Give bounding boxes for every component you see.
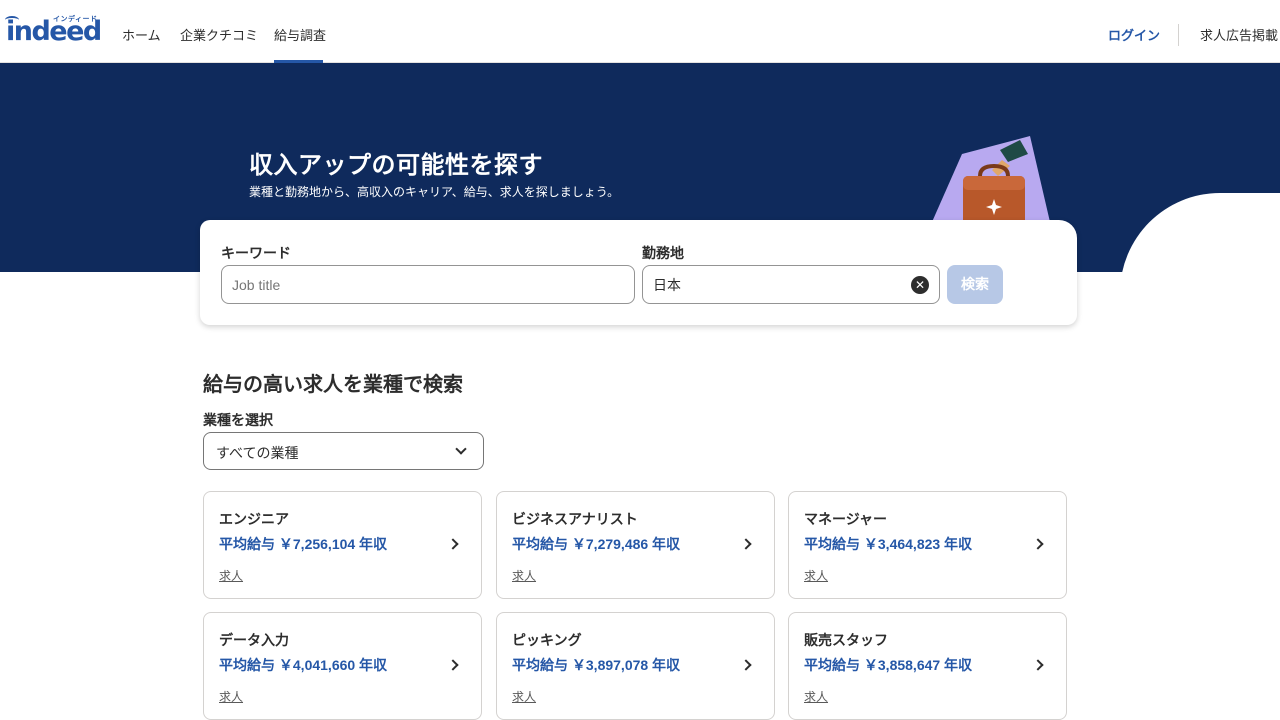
card-salary: 平均給与 ￥7,279,486 年収 [512,536,681,552]
card-salary: 平均給与 ￥4,041,660 年収 [219,657,388,673]
section-title: 給与の高い求人を業種で検索 [203,374,463,396]
search-card: キーワード 勤務地 ✕ 検索 [200,220,1077,325]
card-title: ビジネスアナリスト [512,511,638,527]
hero-subtitle: 業種と勤務地から、高収入のキャリア、給与、求人を探しましょう。 [249,185,620,199]
industry-select[interactable]: すべての業種 [203,432,484,470]
card-jobs-link[interactable]: 求人 [804,688,828,705]
card-title: マネージャー [804,511,888,527]
briefcase-illustration-icon [932,136,1050,226]
chevron-right-icon [447,538,459,550]
card-salary: 平均給与 ￥3,897,078 年収 [512,657,681,673]
card-jobs-link[interactable]: 求人 [804,567,828,584]
indeed-logo[interactable]: indeed インディード [5,14,102,48]
location-input[interactable] [642,265,940,304]
hero-curve [1120,193,1280,272]
card-title: データ入力 [219,632,289,648]
keyword-input[interactable] [221,265,635,304]
salary-card[interactable]: マネージャー 平均給与 ￥3,464,823 年収 求人 [788,491,1067,599]
card-jobs-link[interactable]: 求人 [219,567,243,584]
salary-card[interactable]: ピッキング 平均給与 ￥3,897,078 年収 求人 [496,612,775,720]
location-label: 勤務地 [642,245,684,261]
salary-card[interactable]: データ入力 平均給与 ￥4,041,660 年収 求人 [203,612,482,720]
card-salary: 平均給与 ￥3,858,647 年収 [804,657,973,673]
industry-select-label: 業種を選択 [203,412,273,428]
login-link[interactable]: ログイン [1108,0,1160,72]
card-title: ピッキング [512,632,582,648]
card-jobs-link[interactable]: 求人 [512,567,536,584]
keyword-label: キーワード [221,245,291,261]
post-job-link[interactable]: 求人広告掲載 [1200,0,1278,72]
card-salary: 平均給与 ￥3,464,823 年収 [804,536,973,552]
card-title: エンジニア [219,511,289,527]
search-button[interactable]: 検索 [947,265,1003,304]
clear-location-icon[interactable]: ✕ [911,276,929,294]
chevron-right-icon [1032,538,1044,550]
chevron-right-icon [1032,659,1044,671]
salary-card[interactable]: 販売スタッフ 平均給与 ￥3,858,647 年収 求人 [788,612,1067,720]
hero-title: 収入アップの可能性を探す [249,152,543,179]
card-jobs-link[interactable]: 求人 [219,688,243,705]
chevron-right-icon [740,538,752,550]
chevron-down-icon [455,443,467,455]
industry-select-value: すべての業種 [216,445,299,461]
salary-card[interactable]: エンジニア 平均給与 ￥7,256,104 年収 求人 [203,491,482,599]
card-title: 販売スタッフ [804,632,888,648]
chevron-right-icon [447,659,459,671]
header-divider [1178,24,1179,46]
nav-home[interactable]: ホーム [122,0,161,63]
top-header: indeed インディード ホーム 企業クチコミ 給与調査 ログイン 求人広告掲… [0,0,1280,63]
salary-card[interactable]: ビジネスアナリスト 平均給与 ￥7,279,486 年収 求人 [496,491,775,599]
logo-kana: インディード [53,16,98,23]
chevron-right-icon [740,659,752,671]
nav-company-reviews[interactable]: 企業クチコミ [180,0,258,63]
card-jobs-link[interactable]: 求人 [512,688,536,705]
card-salary: 平均給与 ￥7,256,104 年収 [219,536,388,552]
nav-salary-research[interactable]: 給与調査 [274,0,326,63]
